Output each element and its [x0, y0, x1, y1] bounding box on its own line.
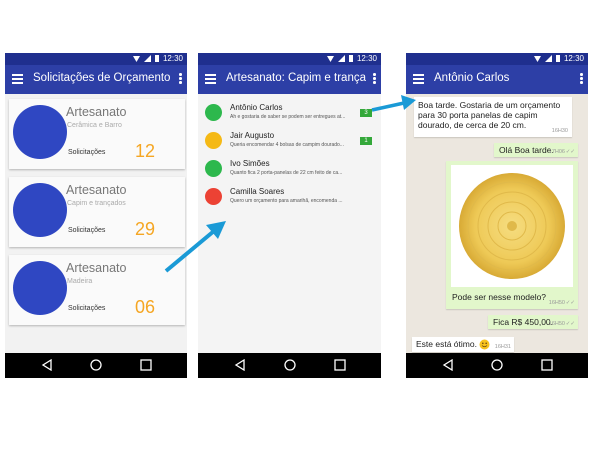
phone-chat: 12:30 Antônio Carlos Boa tarde. Gostaria…: [406, 53, 588, 378]
message-text: Olá Boa tarde.: [499, 145, 554, 155]
card-title: Artesanato: [66, 105, 127, 119]
message-time: 16H30: [551, 128, 568, 134]
flow-arrow-icon: [371, 95, 416, 112]
battery-icon: [555, 55, 560, 62]
card-label: Solicitações: [68, 305, 106, 312]
wifi-icon: [326, 55, 334, 62]
app-bar: Antônio Carlos: [406, 65, 588, 94]
message-time: 16H50: [548, 321, 565, 327]
message-time: 16H31: [494, 344, 511, 350]
back-icon[interactable]: [234, 359, 246, 371]
recents-icon[interactable]: [140, 359, 152, 371]
signal-icon: [143, 55, 151, 62]
page-title: Antônio Carlos: [434, 72, 510, 84]
menu-icon[interactable]: [205, 74, 216, 84]
status-bar: 12:30: [198, 53, 381, 65]
status-bar: 12:30: [406, 53, 588, 65]
contact-last-message: Quero um orçamento para amarihã, encomen…: [230, 198, 343, 204]
clock: 12:30: [162, 54, 183, 63]
read-check-icon: ✓✓: [565, 149, 575, 155]
app-bar: Artesanato: Capim e trança...: [198, 65, 381, 94]
message-text: Pode ser nesse modelo?: [452, 292, 547, 302]
overflow-menu-icon[interactable]: [179, 73, 182, 85]
contact-avatar: [205, 188, 222, 205]
smile-emoji-icon: [479, 339, 490, 350]
message-time: 16H50: [548, 300, 565, 306]
message-text: Este está ótimo.: [416, 339, 477, 349]
incoming-message: Boa tarde. Gostaria de um orçamento para…: [414, 97, 572, 137]
stage: 12:30 Solicitações de Orçamento Artesana…: [0, 0, 600, 450]
category-image: [13, 183, 67, 237]
menu-icon[interactable]: [12, 74, 23, 84]
card-title: Artesanato: [66, 261, 127, 275]
message-text: Fica R$ 450,00.: [493, 317, 554, 327]
request-count: 06: [135, 297, 156, 317]
nav-bar: [198, 353, 381, 378]
clock: 12:30: [563, 54, 584, 63]
back-icon[interactable]: [442, 359, 454, 371]
overflow-menu-icon[interactable]: [373, 73, 376, 85]
recents-icon[interactable]: [541, 359, 553, 371]
contact-name: Antônio Carlos: [230, 103, 283, 112]
battery-icon: [348, 55, 353, 62]
card-label: Solicitações: [68, 227, 106, 234]
card-title: Artesanato: [66, 183, 127, 197]
contact-row[interactable]: Camilla Soares Quero um orçamento para a…: [198, 184, 381, 211]
contact-avatar: [205, 160, 222, 177]
home-icon[interactable]: [284, 359, 296, 371]
signal-icon: [337, 55, 345, 62]
contact-avatar: [205, 132, 222, 149]
basket-image-icon: [459, 173, 565, 279]
home-icon[interactable]: [491, 359, 503, 371]
signal-icon: [544, 55, 552, 62]
page-title: Solicitações de Orçamento: [33, 72, 171, 84]
contact-name: Jair Augusto: [230, 131, 275, 140]
back-icon[interactable]: [41, 359, 53, 371]
battery-icon: [154, 55, 159, 62]
read-check-icon: ✓✓: [565, 321, 575, 327]
category-image: [13, 105, 67, 159]
unread-badge: 1: [360, 137, 372, 145]
product-image[interactable]: [451, 165, 573, 287]
request-count: 12: [135, 141, 156, 161]
menu-icon[interactable]: [413, 74, 424, 84]
outgoing-image-message: Pode ser nesse modelo? 16H50 ✓✓: [446, 161, 578, 309]
overflow-menu-icon[interactable]: [580, 73, 583, 85]
clock: 12:30: [356, 54, 377, 63]
message-time: 17H06: [548, 149, 565, 155]
page-title: Artesanato: Capim e trança...: [226, 72, 366, 84]
category-card[interactable]: Artesanato Cerâmica e Barro Solicitações…: [9, 99, 185, 169]
category-card[interactable]: Artesanato Madeira Solicitações 06: [9, 255, 185, 325]
outgoing-message: Fica R$ 450,00. 16H50 ✓✓: [488, 315, 578, 329]
card-label: Solicitações: [68, 149, 106, 156]
category-card[interactable]: Artesanato Capim e trançados Solicitaçõe…: [9, 177, 185, 247]
contact-row[interactable]: Antônio Carlos Ah e gostaria de saber se…: [198, 100, 381, 127]
contact-last-message: Queria encomendar 4 bolsas de campim dou…: [230, 142, 344, 148]
app-bar: Solicitações de Orçamento: [5, 65, 187, 94]
contact-row[interactable]: Jair Augusto Queria encomendar 4 bolsas …: [198, 128, 381, 155]
contact-name: Ivo Simões: [230, 159, 270, 168]
card-subtitle: Capim e trançados: [67, 200, 126, 207]
wifi-icon: [533, 55, 541, 62]
read-check-icon: ✓✓: [565, 300, 575, 306]
recents-icon[interactable]: [334, 359, 346, 371]
status-bar: 12:30: [5, 53, 187, 65]
card-subtitle: Madeira: [67, 278, 93, 285]
contact-name: Camilla Soares: [230, 187, 285, 196]
incoming-message: Este está ótimo. 16H31: [412, 337, 514, 352]
nav-bar: [406, 353, 588, 378]
contact-last-message: Quanto fica 2 porta-panelas de 22 cm fei…: [230, 170, 343, 176]
wifi-icon: [132, 55, 140, 62]
category-image: [13, 261, 67, 315]
contact-row[interactable]: Ivo Simões Quanto fica 2 porta-panelas d…: [198, 156, 381, 183]
flow-arrow-icon: [164, 221, 226, 273]
request-count: 29: [135, 219, 156, 239]
contact-avatar: [205, 104, 222, 121]
message-text: Boa tarde. Gostaria de um orçamento para…: [418, 100, 561, 130]
contact-last-message: Ah e gostaria de saber se podem ser entr…: [230, 114, 346, 120]
outgoing-message: Olá Boa tarde. 17H06 ✓✓: [494, 143, 578, 157]
nav-bar: [5, 353, 187, 378]
card-subtitle: Cerâmica e Barro: [67, 122, 122, 129]
home-icon[interactable]: [90, 359, 102, 371]
